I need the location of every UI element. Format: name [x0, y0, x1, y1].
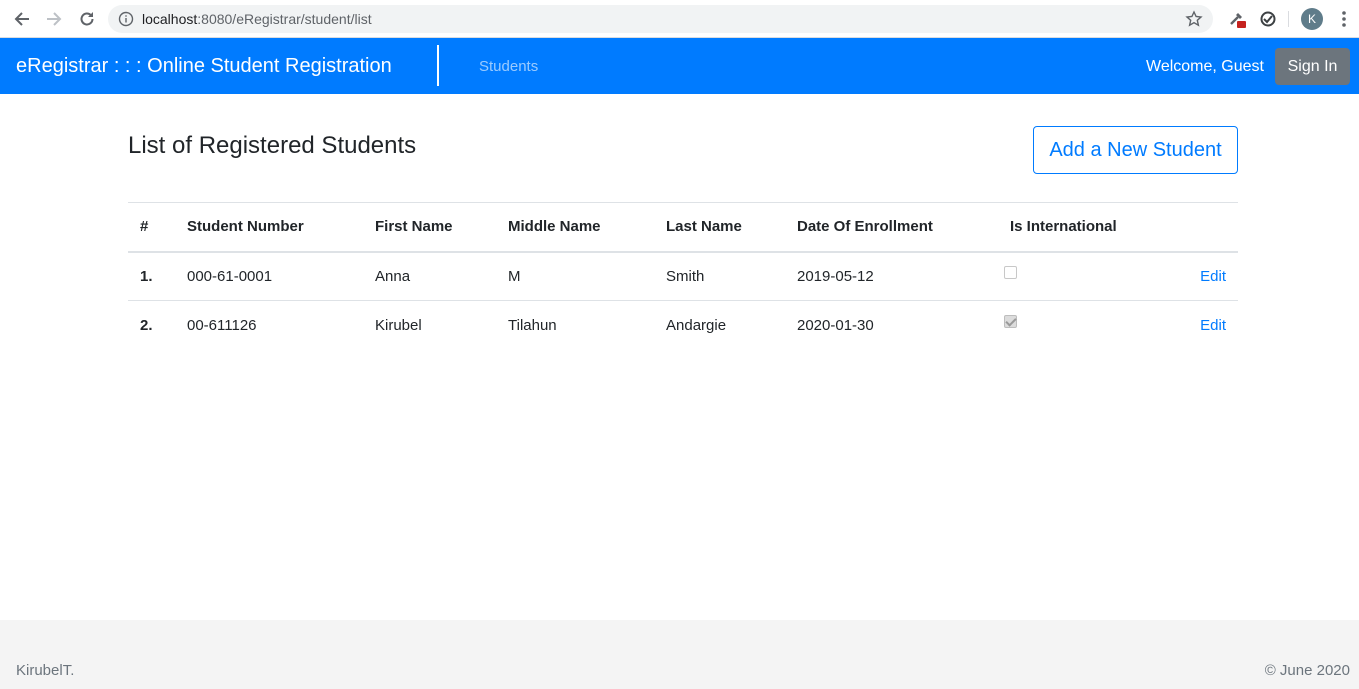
sign-in-button[interactable]: Sign In — [1275, 48, 1350, 85]
col-header-first-name: First Name — [363, 202, 496, 253]
bookmark-star-icon[interactable] — [1185, 10, 1203, 28]
last-name-cell: Andargie — [666, 316, 727, 334]
students-table: # Student Number First Name Middle Name … — [128, 202, 1238, 350]
col-header-index: # — [128, 202, 175, 253]
navbar-divider — [437, 45, 439, 86]
address-bar[interactable]: localhost:8080/eRegistrar/student/list — [108, 5, 1213, 33]
more-menu-icon[interactable] — [1336, 9, 1352, 29]
is-international-checkbox — [1004, 265, 1017, 279]
col-header-is-international: Is International — [998, 202, 1161, 253]
footer-copyright: © June 2020 — [1264, 662, 1350, 679]
page-title: List of Registered Students — [128, 132, 417, 159]
edit-link[interactable]: Edit — [1200, 268, 1226, 285]
col-header-last-name: Last Name — [654, 202, 785, 253]
browser-toolbar: localhost:8080/eRegistrar/student/list K — [0, 0, 1359, 38]
info-icon[interactable] — [118, 11, 134, 27]
profile-avatar[interactable]: K — [1301, 8, 1323, 30]
edit-link[interactable]: Edit — [1200, 317, 1226, 334]
is-international-cell — [998, 301, 1161, 350]
sync-extension-icon[interactable] — [1258, 9, 1278, 29]
first-name-cell: Anna — [363, 251, 496, 301]
back-arrow-icon[interactable] — [12, 9, 32, 29]
middle-name-cell: M — [496, 251, 654, 301]
col-header-date-of-enrollment: Date Of Enrollment — [785, 202, 998, 253]
app-navbar: eRegistrar : : : Online Student Registra… — [0, 38, 1359, 94]
date-of-enrollment-cell: 2019-05-12 — [785, 251, 998, 301]
extension-tool-icon[interactable] — [1227, 9, 1247, 29]
table-header-row: # Student Number First Name Middle Name … — [128, 202, 1238, 253]
add-new-student-button[interactable]: Add a New Student — [1033, 126, 1238, 174]
col-header-student-number: Student Number — [175, 202, 363, 253]
table-row: 2. 00-611126 Kirubel Tilahun Andargie 20… — [128, 301, 1238, 350]
nav-link-students[interactable]: Students — [479, 58, 538, 75]
actions-cell: Edit — [1161, 301, 1238, 350]
footer-author: KirubelT. — [16, 662, 75, 679]
row-index: 1. — [128, 251, 175, 301]
student-number-cell: 00-611126 — [187, 316, 257, 334]
middle-name-cell: Tilahun — [508, 316, 557, 334]
student-number-cell: 000-61-0001 — [175, 251, 363, 301]
last-name-cell: Smith — [654, 251, 785, 301]
row-index: 2. — [140, 316, 153, 334]
is-international-cell — [998, 251, 1161, 301]
first-name-cell: Kirubel — [375, 316, 422, 334]
col-header-middle-name: Middle Name — [496, 202, 654, 253]
table-row: 1. 000-61-0001 Anna M Smith 2019-05-12 E… — [128, 251, 1238, 301]
toolbar-divider — [1288, 11, 1289, 27]
actions-cell: Edit — [1161, 251, 1238, 301]
is-international-checkbox — [1004, 314, 1017, 328]
col-header-actions — [1161, 202, 1238, 253]
reload-icon[interactable] — [77, 9, 97, 29]
page-footer: KirubelT. © June 2020 — [0, 620, 1359, 689]
welcome-text: Welcome, Guest — [1146, 58, 1264, 75]
forward-arrow-icon[interactable] — [44, 9, 64, 29]
date-of-enrollment-cell: 2020-01-30 — [797, 316, 874, 334]
brand-title[interactable]: eRegistrar : : : Online Student Registra… — [16, 55, 392, 78]
url-text: localhost:8080/eRegistrar/student/list — [142, 11, 372, 27]
